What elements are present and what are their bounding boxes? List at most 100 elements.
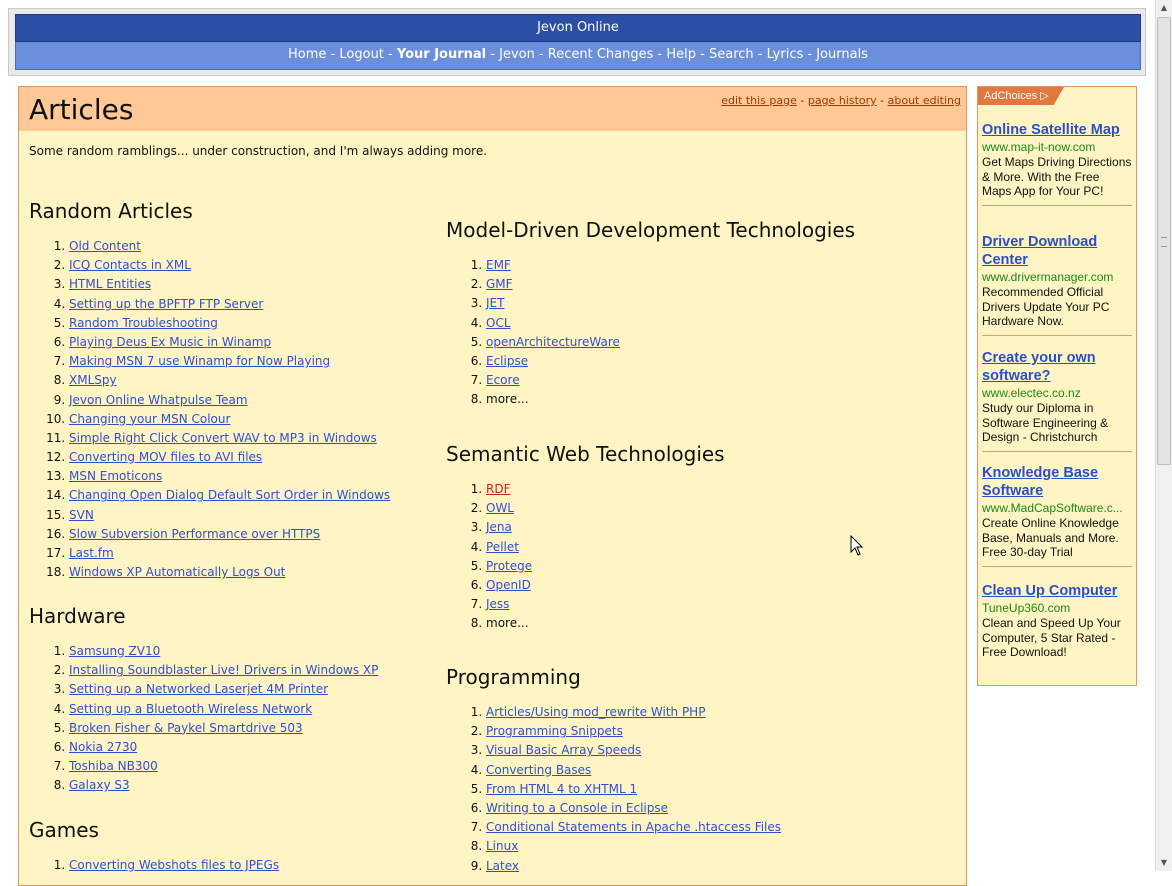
ad-item[interactable]: Online Satellite Map www.map-it-now.com Ge… (982, 121, 1132, 206)
article-link[interactable]: Latex (486, 859, 519, 873)
article-link[interactable]: Eclipse (486, 354, 528, 368)
article-link[interactable]: OWL (486, 501, 514, 515)
article-link[interactable]: Converting Bases (486, 763, 591, 777)
ad-url[interactable]: www.electec.co.nz (982, 385, 1132, 401)
article-link[interactable]: MSN Emoticons (69, 469, 162, 483)
ad-url[interactable]: www.MadCapSoftware.c... (982, 500, 1132, 516)
ad-title-link[interactable]: Knowledge Base Software (982, 464, 1132, 500)
article-link[interactable]: Writing to a Console in Eclipse (486, 801, 668, 815)
article-link[interactable]: HTML Entities (69, 277, 151, 291)
article-link[interactable]: Pellet (486, 540, 519, 554)
article-link[interactable]: Simple Right Click Convert WAV to MP3 in… (69, 431, 377, 445)
article-link[interactable]: Ecore (486, 373, 520, 387)
article-link[interactable]: OpenID (486, 578, 531, 592)
article-link[interactable]: Articles/Using mod_rewrite With PHP (486, 705, 705, 719)
scroll-thumb[interactable] (1157, 17, 1171, 465)
article-link[interactable]: Nokia 2730 (69, 740, 137, 754)
article-link[interactable]: Jess (486, 597, 509, 611)
article-link[interactable]: Jena (486, 520, 512, 534)
nav-link-search[interactable]: Search (709, 47, 754, 62)
ad-url[interactable]: www.map-it-now.com (982, 139, 1132, 155)
article-link[interactable]: Programming Snippets (486, 724, 623, 738)
article-link[interactable]: Last.fm (69, 546, 114, 560)
article-link[interactable]: Playing Deus Ex Music in Winamp (69, 335, 271, 349)
list-item: Visual Basic Array Speeds (486, 741, 781, 760)
list-item: EMF (486, 256, 620, 275)
list-random: Old Content ICQ Contacts in XML HTML Entit… (29, 237, 390, 582)
article-link[interactable]: From HTML 4 to XHTML 1 (486, 782, 637, 796)
article-link[interactable]: Samsung ZV10 (69, 644, 160, 658)
ad-item[interactable]: Clean Up Computer TuneUp360.com Clean and … (982, 582, 1132, 666)
article-link[interactable]: openArchitectureWare (486, 335, 620, 349)
scroll-down-arrow-icon[interactable]: ▼ (1156, 855, 1172, 871)
nav-link-your-journal[interactable]: Your Journal (397, 47, 486, 62)
article-link[interactable]: Visual Basic Array Speeds (486, 743, 641, 757)
edit-page-link[interactable]: edit this page (721, 94, 797, 107)
ad-description: Study our Diploma in Software Engineerin… (982, 401, 1109, 444)
ad-title-link[interactable]: Driver Download Center (982, 233, 1132, 269)
article-link[interactable]: Slow Subversion Performance over HTTPS (69, 527, 320, 541)
article-link[interactable]: Galaxy S3 (69, 778, 130, 792)
nav-link-jevon[interactable]: Jevon (499, 47, 535, 62)
article-link[interactable]: Toshiba NB300 (69, 759, 158, 773)
ad-description: Recommended Official Drivers Update Your… (982, 285, 1110, 328)
list-item: Random Troubleshooting (69, 314, 390, 333)
mouse-pointer-icon (850, 535, 864, 556)
article-link[interactable]: Installing Soundblaster Live! Drivers in… (69, 663, 378, 677)
page-history-link[interactable]: page history (808, 94, 877, 107)
article-link[interactable]: Setting up the BPFTP FTP Server (69, 297, 263, 311)
article-link[interactable]: Setting up a Bluetooth Wireless Network (69, 702, 312, 716)
intro-text: Some random ramblings... under construct… (29, 144, 488, 158)
article-link[interactable]: Broken Fisher & Paykel Smartdrive 503 (69, 721, 303, 735)
article-link[interactable]: EMF (486, 258, 511, 272)
about-editing-link[interactable]: about editing (888, 94, 961, 107)
article-link[interactable]: Random Troubleshooting (69, 316, 218, 330)
vertical-scrollbar[interactable]: ▲ ▼ (1155, 0, 1172, 871)
article-link[interactable]: OCL (486, 316, 511, 330)
nav-link-help[interactable]: Help (666, 47, 696, 62)
article-link[interactable]: XMLSpy (69, 373, 117, 387)
article-link[interactable]: RDF (486, 482, 510, 496)
article-link[interactable]: Setting up a Networked Laserjet 4M Print… (69, 682, 328, 696)
article-link[interactable]: Conditional Statements in Apache .htacce… (486, 820, 781, 834)
list-item: HTML Entities (69, 275, 390, 294)
article-link[interactable]: Protege (486, 559, 532, 573)
article-link[interactable]: Converting MOV files to AVI files (69, 450, 262, 464)
nav-link-logout[interactable]: Logout (339, 47, 384, 62)
nav-link-journals[interactable]: Journals (816, 47, 868, 62)
list-item: Conditional Statements in Apache .htacce… (486, 818, 781, 837)
article-link[interactable]: Jevon Online Whatpulse Team (69, 393, 248, 407)
nav-link-home[interactable]: Home (288, 47, 326, 62)
article-link[interactable]: Old Content (69, 239, 141, 253)
list-item: Slow Subversion Performance over HTTPS (69, 525, 390, 544)
section-heading-programming: Programming (446, 665, 581, 689)
article-link[interactable]: JET (486, 296, 504, 310)
article-link[interactable]: Making MSN 7 use Winamp for Now Playing (69, 354, 330, 368)
section-heading-hardware: Hardware (29, 604, 126, 628)
ad-url[interactable]: www.drivermanager.com (982, 269, 1132, 285)
article-link[interactable]: Linux (486, 839, 518, 853)
scroll-up-arrow-icon[interactable]: ▲ (1156, 0, 1172, 16)
nav-link-recent-changes[interactable]: Recent Changes (548, 47, 654, 62)
ad-title-link[interactable]: Create your own software? (982, 349, 1132, 385)
adchoices-badge[interactable]: AdChoices ▷ (978, 87, 1064, 105)
list-item: Jess (486, 595, 532, 614)
article-link[interactable]: Changing your MSN Colour (69, 412, 230, 426)
ad-item[interactable]: Create your own software? www.electec.co.… (982, 349, 1132, 452)
ad-item[interactable]: Driver Download Center www.drivermanager.… (982, 233, 1132, 336)
main-nav: Home - Logout - Your Journal - Jevon - R… (15, 42, 1141, 70)
ad-title-link[interactable]: Clean Up Computer (982, 582, 1132, 600)
article-link[interactable]: GMF (486, 277, 513, 291)
article-link[interactable]: ICQ Contacts in XML (69, 258, 191, 272)
article-link[interactable]: Windows XP Automatically Logs Out (69, 565, 285, 579)
ad-item[interactable]: Knowledge Base Software www.MadCapSoftwar… (982, 464, 1132, 567)
ad-url[interactable]: TuneUp360.com (982, 600, 1132, 616)
list-item: openArchitectureWare (486, 333, 620, 352)
ad-description: Get Maps Driving Directions & More. With… (982, 155, 1132, 198)
nav-link-lyrics[interactable]: Lyrics (767, 47, 804, 62)
article-link[interactable]: Converting Webshots files to JPEGs (69, 858, 279, 872)
list-item: OpenID (486, 576, 532, 595)
article-link[interactable]: Changing Open Dialog Default Sort Order … (69, 488, 390, 502)
ad-title-link[interactable]: Online Satellite Map (982, 121, 1132, 139)
article-link[interactable]: SVN (69, 508, 94, 522)
